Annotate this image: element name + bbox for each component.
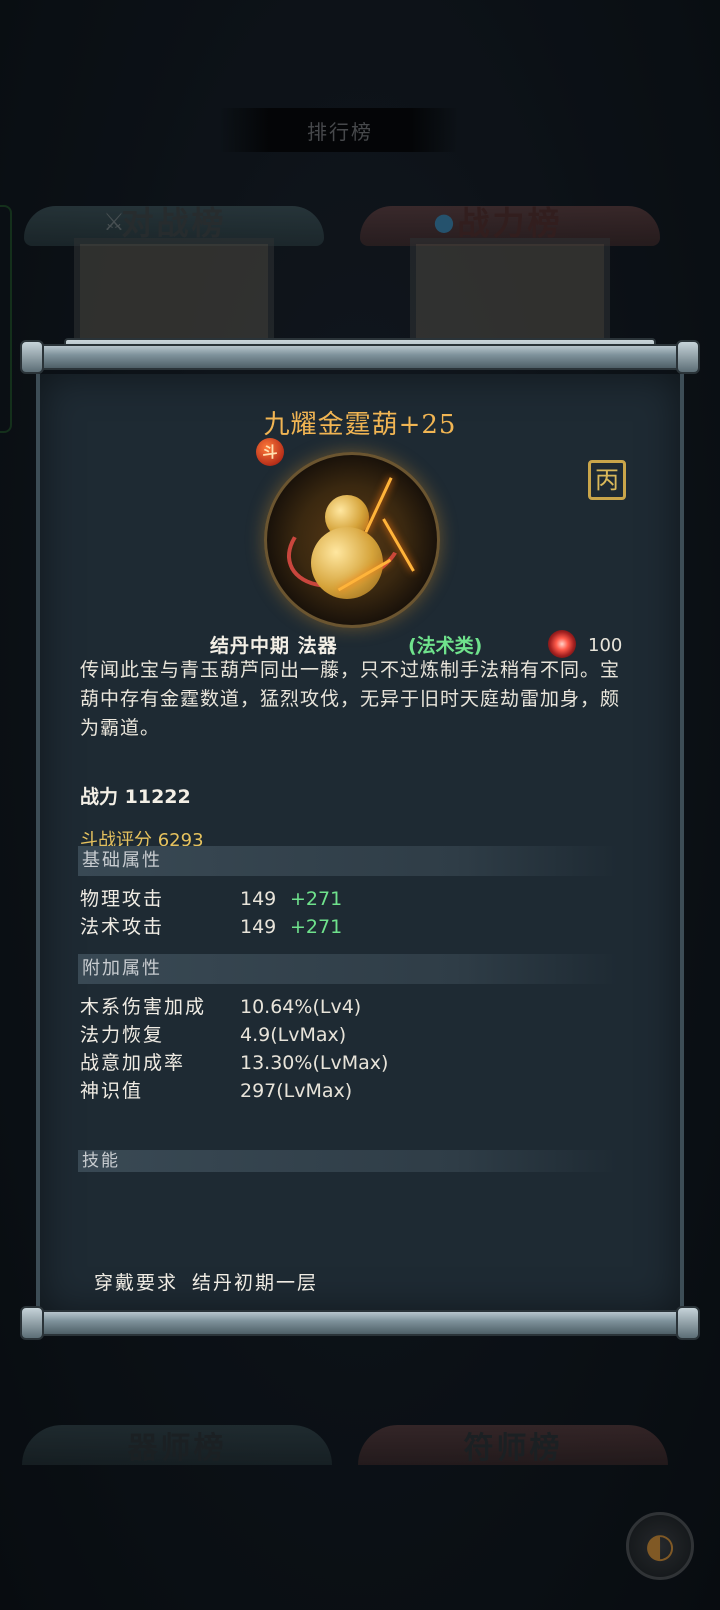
grade-seal-icon: 丙 <box>588 460 626 500</box>
attr-name: 法术攻击 <box>80 916 165 938</box>
rod-cap <box>676 1306 700 1340</box>
attr-value: 4.9(LvMax) <box>240 1024 347 1046</box>
section-skills: 技能 <box>78 1150 618 1172</box>
requirement-label: 穿戴要求 <box>94 1272 179 1294</box>
attr-row: 神识值 297(LvMax) <box>80 1078 640 1104</box>
rod-cap <box>20 1306 44 1340</box>
attr-value: 13.30%(LvMax) <box>240 1052 389 1074</box>
gourd-bottom <box>311 527 383 599</box>
dou-badge-icon: 斗 <box>256 438 284 466</box>
attr-row: 木系伤害加成 10.64%(Lv4) <box>80 994 640 1020</box>
attr-name: 法力恢复 <box>80 1024 165 1046</box>
attr-row: 战意加成率 13.30%(LvMax) <box>80 1050 640 1076</box>
attr-name: 神识值 <box>80 1080 144 1102</box>
attr-value: 297(LvMax) <box>240 1080 353 1102</box>
item-description: 传闻此宝与青玉葫芦同出一藤，只不过炼制手法稍有不同。宝葫中存有金霆数道，猛烈攻伐… <box>80 659 621 739</box>
attr-bonus: +271 <box>290 888 343 910</box>
scroll-rod-top <box>20 340 700 374</box>
section-base-attributes: 基础属性 <box>78 846 618 876</box>
scroll-rod-bottom <box>20 1306 700 1340</box>
requirement-row: 穿戴要求 结丹初期一层 <box>80 1268 318 1295</box>
rod-cap <box>676 340 700 374</box>
attr-row: 物理攻击 149 +271 <box>80 886 640 912</box>
attr-value: 10.64%(Lv4) <box>240 996 362 1018</box>
attr-value: 149 <box>240 916 277 938</box>
section-extra-attributes: 附加属性 <box>78 954 618 984</box>
power-row: 战力 11222 <box>80 782 191 809</box>
requirement-value: 结丹初期一层 <box>192 1272 319 1294</box>
power-value: 11222 <box>124 786 191 808</box>
attr-row: 法力恢复 4.9(LvMax) <box>80 1022 640 1048</box>
attr-name: 木系伤害加成 <box>80 996 207 1018</box>
attr-row: 法术攻击 149 +271 <box>80 914 640 940</box>
attr-bonus: +271 <box>290 916 343 938</box>
rod-cap <box>20 340 44 374</box>
item-image <box>264 452 440 628</box>
power-label: 战力 <box>80 786 119 808</box>
attr-name: 物理攻击 <box>80 888 165 910</box>
attr-value: 149 <box>240 888 277 910</box>
slot-orb-icon <box>548 630 576 658</box>
item-name: 九耀金霆葫+25 <box>263 410 457 440</box>
attr-name: 战意加成率 <box>80 1052 186 1074</box>
